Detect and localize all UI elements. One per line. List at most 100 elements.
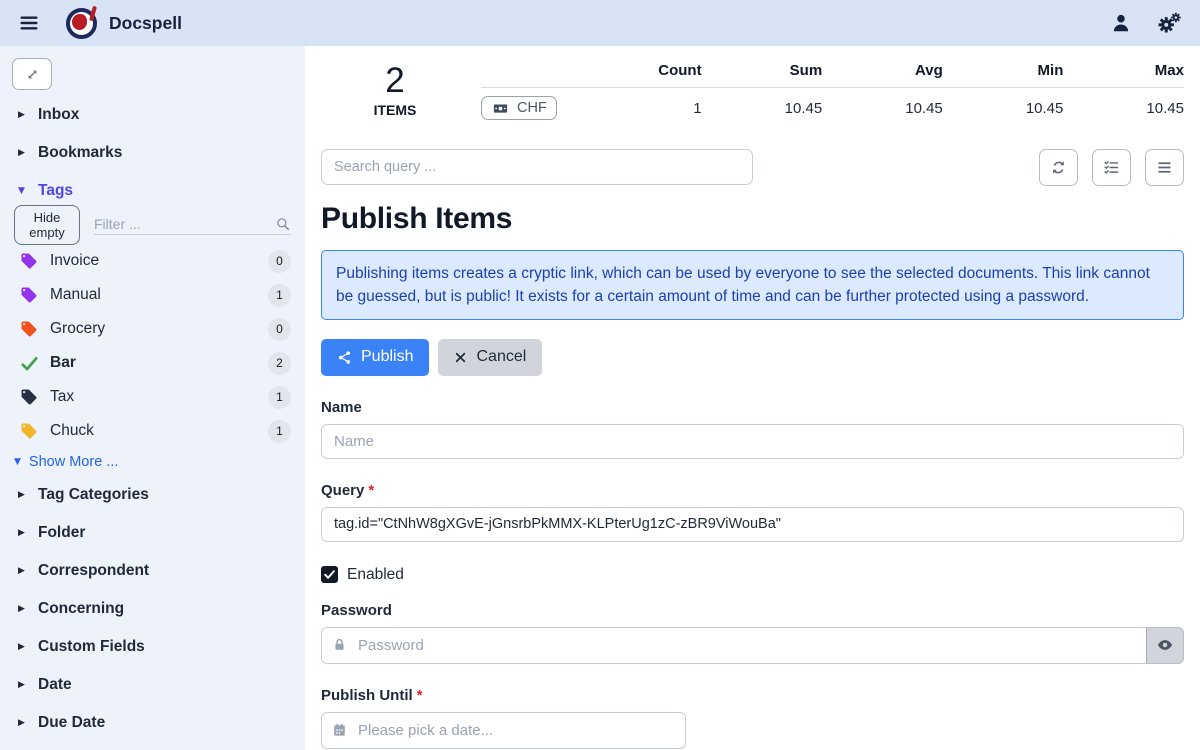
stats-value-avg: 10.45: [822, 100, 943, 117]
page-title: Publish Items: [321, 202, 1184, 236]
tag-name: Chuck: [50, 422, 268, 440]
sidebar-bottom-sections: ▶Tag Categories▶Folder▶Correspondent▶Con…: [0, 476, 305, 750]
name-field-group: Name: [321, 399, 1184, 459]
stats-value-min: 10.45: [943, 100, 1064, 117]
calendar-icon: [332, 723, 347, 738]
toggle-password-visibility-button[interactable]: [1146, 627, 1184, 664]
tag-count-badge: 0: [268, 318, 291, 341]
stats-header-row: CountSumAvgMinMax: [481, 60, 1184, 88]
tag-item-invoice[interactable]: Invoice0: [0, 244, 305, 278]
enabled-checkbox[interactable]: [321, 566, 338, 583]
docspell-logo-icon[interactable]: [66, 8, 97, 39]
query-input[interactable]: [321, 507, 1184, 542]
user-account-button[interactable]: [1104, 6, 1138, 40]
chevron-right-icon: ▶: [18, 604, 38, 614]
tag-name: Bar: [50, 354, 268, 372]
chevron-right-icon: ▶: [18, 680, 38, 690]
sidebar: ▶Inbox▶Bookmarks ▼ Tags Hide empty Invoi…: [0, 46, 305, 750]
chevron-down-icon: ▼: [18, 186, 38, 196]
gears-icon: [1157, 12, 1181, 34]
enabled-checkbox-row[interactable]: Enabled: [321, 566, 1184, 584]
sidebar-item-due-date[interactable]: ▶Due Date: [0, 704, 305, 742]
refresh-button[interactable]: [1039, 149, 1078, 186]
stats-column-sum: Sum: [702, 62, 823, 79]
tag-icon: [20, 422, 50, 440]
sidebar-item-custom-fields[interactable]: ▶Custom Fields: [0, 628, 305, 666]
enabled-label: Enabled: [347, 566, 404, 584]
stats-value-count: 1: [581, 100, 702, 117]
password-field-group: Password: [321, 602, 1184, 664]
tag-filter-input[interactable]: [94, 216, 275, 232]
required-asterisk: *: [368, 482, 374, 499]
tag-list: Invoice0Manual1Grocery0Bar2Tax1Chuck1: [0, 244, 305, 448]
query-field-group: Query*: [321, 482, 1184, 542]
refresh-icon: [1050, 159, 1067, 176]
tag-item-tax[interactable]: Tax1: [0, 380, 305, 414]
required-asterisk: *: [417, 687, 423, 704]
show-more-link[interactable]: ▼ Show More ...: [0, 448, 305, 476]
chevron-right-icon: ▶: [18, 110, 38, 120]
tag-count-badge: 0: [268, 250, 291, 273]
chevron-down-icon: ▼: [14, 457, 21, 467]
collapse-sidebar-button[interactable]: [12, 58, 52, 90]
password-input[interactable]: [321, 627, 1184, 664]
menu-toggle-button[interactable]: [14, 8, 44, 38]
sidebar-item-source[interactable]: ▶Source: [0, 742, 305, 750]
tag-icon: [20, 388, 50, 406]
tag-icon: [20, 252, 50, 270]
sidebar-item-date[interactable]: ▶Date: [0, 666, 305, 704]
sidebar-item-folder[interactable]: ▶Folder: [0, 514, 305, 552]
check-icon: [20, 354, 50, 373]
tag-count-badge: 1: [268, 420, 291, 443]
name-input[interactable]: [321, 424, 1184, 459]
tag-item-bar[interactable]: Bar2: [0, 346, 305, 380]
name-label: Name: [321, 399, 1184, 416]
top-navbar: Docspell: [0, 0, 1200, 46]
select-mode-button[interactable]: [1092, 149, 1131, 186]
search-toolbar: [321, 149, 1184, 186]
publish-until-field-group: Publish Until*: [321, 687, 1184, 749]
form-actions: Publish Cancel: [321, 339, 1184, 376]
tag-name: Tax: [50, 388, 268, 406]
items-label: ITEMS: [321, 102, 469, 118]
chevron-right-icon: ▶: [18, 528, 38, 538]
stats-value-sum: 10.45: [702, 100, 823, 117]
tag-item-chuck[interactable]: Chuck1: [0, 414, 305, 448]
item-count: 2: [321, 62, 469, 100]
hide-empty-button[interactable]: Hide empty: [14, 205, 80, 245]
eye-icon: [1156, 636, 1174, 654]
publish-info-message: Publishing items creates a cryptic link,…: [321, 250, 1184, 320]
sidebar-item-bookmarks[interactable]: ▶Bookmarks: [0, 134, 305, 172]
sidebar-item-concerning[interactable]: ▶Concerning: [0, 590, 305, 628]
chevron-right-icon: ▶: [18, 148, 38, 158]
sidebar-item-inbox[interactable]: ▶Inbox: [0, 96, 305, 134]
stats-column-avg: Avg: [822, 62, 943, 79]
search-query-input[interactable]: [321, 149, 753, 185]
tag-name: Invoice: [50, 252, 268, 270]
main-content: 2 ITEMS CountSumAvgMinMax CHF: [305, 46, 1200, 750]
chevron-right-icon: ▶: [18, 718, 38, 728]
tag-item-manual[interactable]: Manual1: [0, 278, 305, 312]
tag-item-grocery[interactable]: Grocery0: [0, 312, 305, 346]
settings-button[interactable]: [1152, 6, 1186, 40]
password-label: Password: [321, 602, 1184, 619]
search-icon: [275, 216, 291, 232]
menu-button[interactable]: [1145, 149, 1184, 186]
sidebar-item-tag-categories[interactable]: ▶Tag Categories: [0, 476, 305, 514]
share-icon: [337, 350, 352, 365]
publish-until-date-input[interactable]: [321, 712, 686, 749]
list-check-icon: [1103, 159, 1120, 176]
sidebar-item-correspondent[interactable]: ▶Correspondent: [0, 552, 305, 590]
tag-name: Grocery: [50, 320, 268, 338]
app-title: Docspell: [109, 13, 182, 34]
stats-column-max: Max: [1063, 62, 1184, 79]
publish-button[interactable]: Publish: [321, 339, 429, 376]
stats-value-row: CHF 110.4510.4510.4510.45: [481, 88, 1184, 129]
tag-count-badge: 1: [268, 284, 291, 307]
hamburger-icon: [18, 12, 40, 34]
query-label: Query*: [321, 482, 1184, 499]
lock-icon: [332, 638, 347, 653]
stats-value-max: 10.45: [1063, 100, 1184, 117]
cancel-button[interactable]: Cancel: [438, 339, 542, 376]
money-bill-icon: [491, 101, 510, 116]
